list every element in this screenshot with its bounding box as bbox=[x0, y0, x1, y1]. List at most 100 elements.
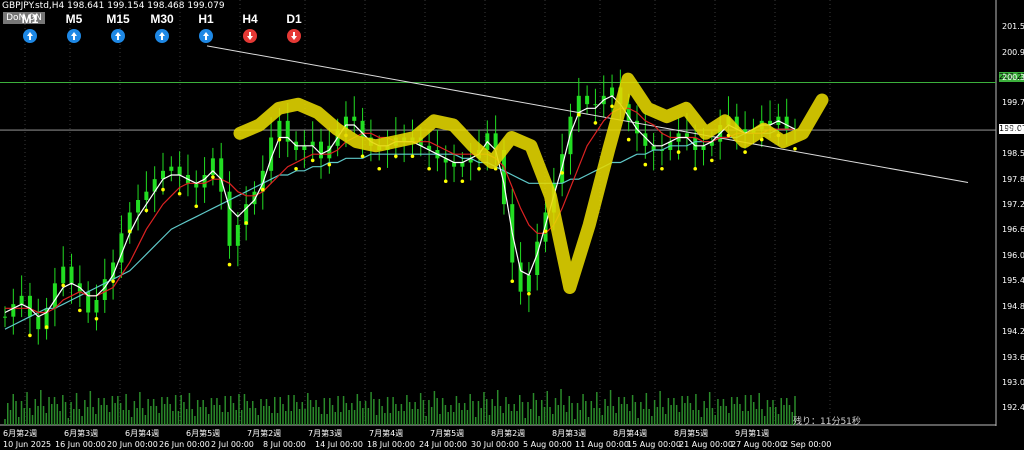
price-axis-label: 199.079 bbox=[1002, 125, 1024, 135]
candle-body bbox=[219, 158, 224, 192]
week-axis-label: 7月第2週 bbox=[247, 429, 282, 438]
signal-dot bbox=[710, 158, 714, 163]
week-axis-label: 7月第5週 bbox=[430, 429, 465, 438]
signal-dot bbox=[127, 229, 132, 234]
time-axis-label: 8 Jul 00:00 bbox=[263, 440, 306, 449]
signal-dot bbox=[460, 179, 465, 184]
signal-dot bbox=[44, 325, 49, 329]
price-axis-label: 197.890 bbox=[1002, 174, 1024, 184]
candle-body bbox=[19, 295, 24, 305]
signal-dot bbox=[94, 316, 99, 321]
signal-dot bbox=[394, 154, 398, 159]
arrow-up-icon bbox=[199, 29, 213, 43]
signal-dot bbox=[510, 279, 515, 284]
signal-dot bbox=[144, 208, 149, 213]
candle-body bbox=[277, 120, 282, 138]
signal-dot bbox=[676, 150, 681, 154]
week-axis-label: 7月第4週 bbox=[369, 429, 404, 438]
signal-dot bbox=[626, 137, 631, 142]
candle-body bbox=[452, 162, 457, 167]
signal-dot bbox=[443, 179, 448, 184]
timeframe-m5[interactable]: M5 bbox=[54, 12, 94, 43]
ma-slow-line bbox=[4, 128, 795, 330]
price-axis-label: 200.330 bbox=[1002, 72, 1024, 82]
candle-body bbox=[235, 225, 240, 246]
timeframe-label: M15 bbox=[106, 12, 130, 26]
arrow-up-icon bbox=[23, 29, 37, 43]
price-axis-label: 194.840 bbox=[1002, 301, 1024, 311]
arrow-up-icon bbox=[67, 29, 81, 43]
time-axis-label: 27 Aug 00:00 bbox=[731, 440, 785, 449]
signal-dot bbox=[610, 104, 614, 109]
timeframe-h4[interactable]: H4 bbox=[230, 12, 270, 43]
time-axis-label: 26 Jun 00:00 bbox=[159, 440, 210, 449]
candle-body bbox=[94, 300, 99, 313]
signal-dot bbox=[327, 162, 332, 167]
symbol-info: GBPJPY.std,H4 198.641 199.154 198.468 19… bbox=[2, 1, 225, 11]
timeframe-m15[interactable]: M15 bbox=[98, 12, 138, 43]
time-axis-label: 2 Jul 00:00 bbox=[211, 440, 254, 449]
candle-body bbox=[593, 104, 598, 106]
candle-body bbox=[526, 275, 531, 292]
time-axis-label: 5 Aug 00:00 bbox=[523, 440, 572, 449]
candle-body bbox=[169, 166, 174, 171]
timeframe-label: H4 bbox=[242, 12, 258, 26]
candle-body bbox=[202, 175, 207, 188]
price-axis-label: 200.940 bbox=[1002, 47, 1024, 57]
signal-dot bbox=[177, 191, 182, 196]
week-axis-label: 9月第1週 bbox=[735, 429, 770, 438]
signal-dot bbox=[793, 146, 797, 151]
timeframe-m1[interactable]: M1 bbox=[10, 12, 50, 43]
timeframe-label: M5 bbox=[65, 12, 83, 26]
bar-remaining-time: 残り：11分51秒 bbox=[793, 417, 861, 427]
signal-dot bbox=[410, 154, 415, 159]
signal-dot bbox=[61, 283, 66, 288]
week-axis-label: 6月第4週 bbox=[125, 429, 160, 438]
time-axis-label: 30 Jul 00:00 bbox=[471, 440, 519, 449]
time-axis-label: 14 Jul 00:00 bbox=[315, 440, 363, 449]
arrow-down-icon bbox=[287, 29, 301, 43]
ma-fast-line bbox=[4, 95, 796, 318]
candle-body bbox=[784, 116, 789, 130]
signal-dot bbox=[294, 166, 298, 171]
signal-dot bbox=[576, 112, 581, 117]
timeframe-m30[interactable]: M30 bbox=[142, 12, 182, 43]
week-axis-label: 6月第2週 bbox=[3, 429, 38, 438]
candle-body bbox=[27, 295, 32, 317]
price-axis-label: 195.450 bbox=[1002, 276, 1024, 286]
signal-dot bbox=[260, 187, 265, 192]
signal-dot bbox=[543, 229, 548, 234]
price-axis-label: 192.400 bbox=[1002, 403, 1024, 413]
signal-dot bbox=[660, 166, 664, 171]
candle-body bbox=[651, 145, 656, 150]
time-axis-label: 20 Jun 00:00 bbox=[107, 440, 158, 449]
candle-body bbox=[69, 266, 74, 284]
price-axis-label: 199.720 bbox=[1002, 98, 1024, 108]
candle-body bbox=[177, 166, 182, 175]
signal-dot bbox=[377, 166, 382, 171]
timeframe-d1[interactable]: D1 bbox=[274, 12, 314, 43]
time-axis-label: 11 Aug 00:00 bbox=[575, 440, 629, 449]
price-axis-label: 193.010 bbox=[1002, 377, 1024, 387]
signal-dot bbox=[310, 158, 315, 163]
timeframe-h1[interactable]: H1 bbox=[186, 12, 226, 43]
signal-dot bbox=[211, 175, 215, 179]
signal-dot bbox=[28, 333, 32, 338]
price-axis-label: 196.670 bbox=[1002, 225, 1024, 235]
price-axis-label: 194.230 bbox=[1002, 327, 1024, 337]
week-axis-label: 8月第5週 bbox=[674, 429, 709, 438]
time-axis-label: 24 Jul 00:00 bbox=[419, 440, 467, 449]
week-axis-label: 8月第2週 bbox=[491, 429, 526, 438]
candle-body bbox=[36, 316, 41, 330]
week-axis-label: 6月第3週 bbox=[64, 429, 99, 438]
candle-body bbox=[610, 87, 615, 96]
price-chart[interactable] bbox=[0, 0, 1024, 450]
time-axis-label: 15 Aug 00:00 bbox=[627, 440, 681, 449]
signal-dot bbox=[477, 166, 481, 171]
signal-dot bbox=[227, 262, 232, 267]
price-axis-label: 193.620 bbox=[1002, 352, 1024, 362]
signal-dot bbox=[427, 166, 431, 171]
timeframe-label: M1 bbox=[21, 12, 39, 26]
candle-body bbox=[3, 316, 7, 318]
arrow-up-icon bbox=[155, 29, 169, 43]
